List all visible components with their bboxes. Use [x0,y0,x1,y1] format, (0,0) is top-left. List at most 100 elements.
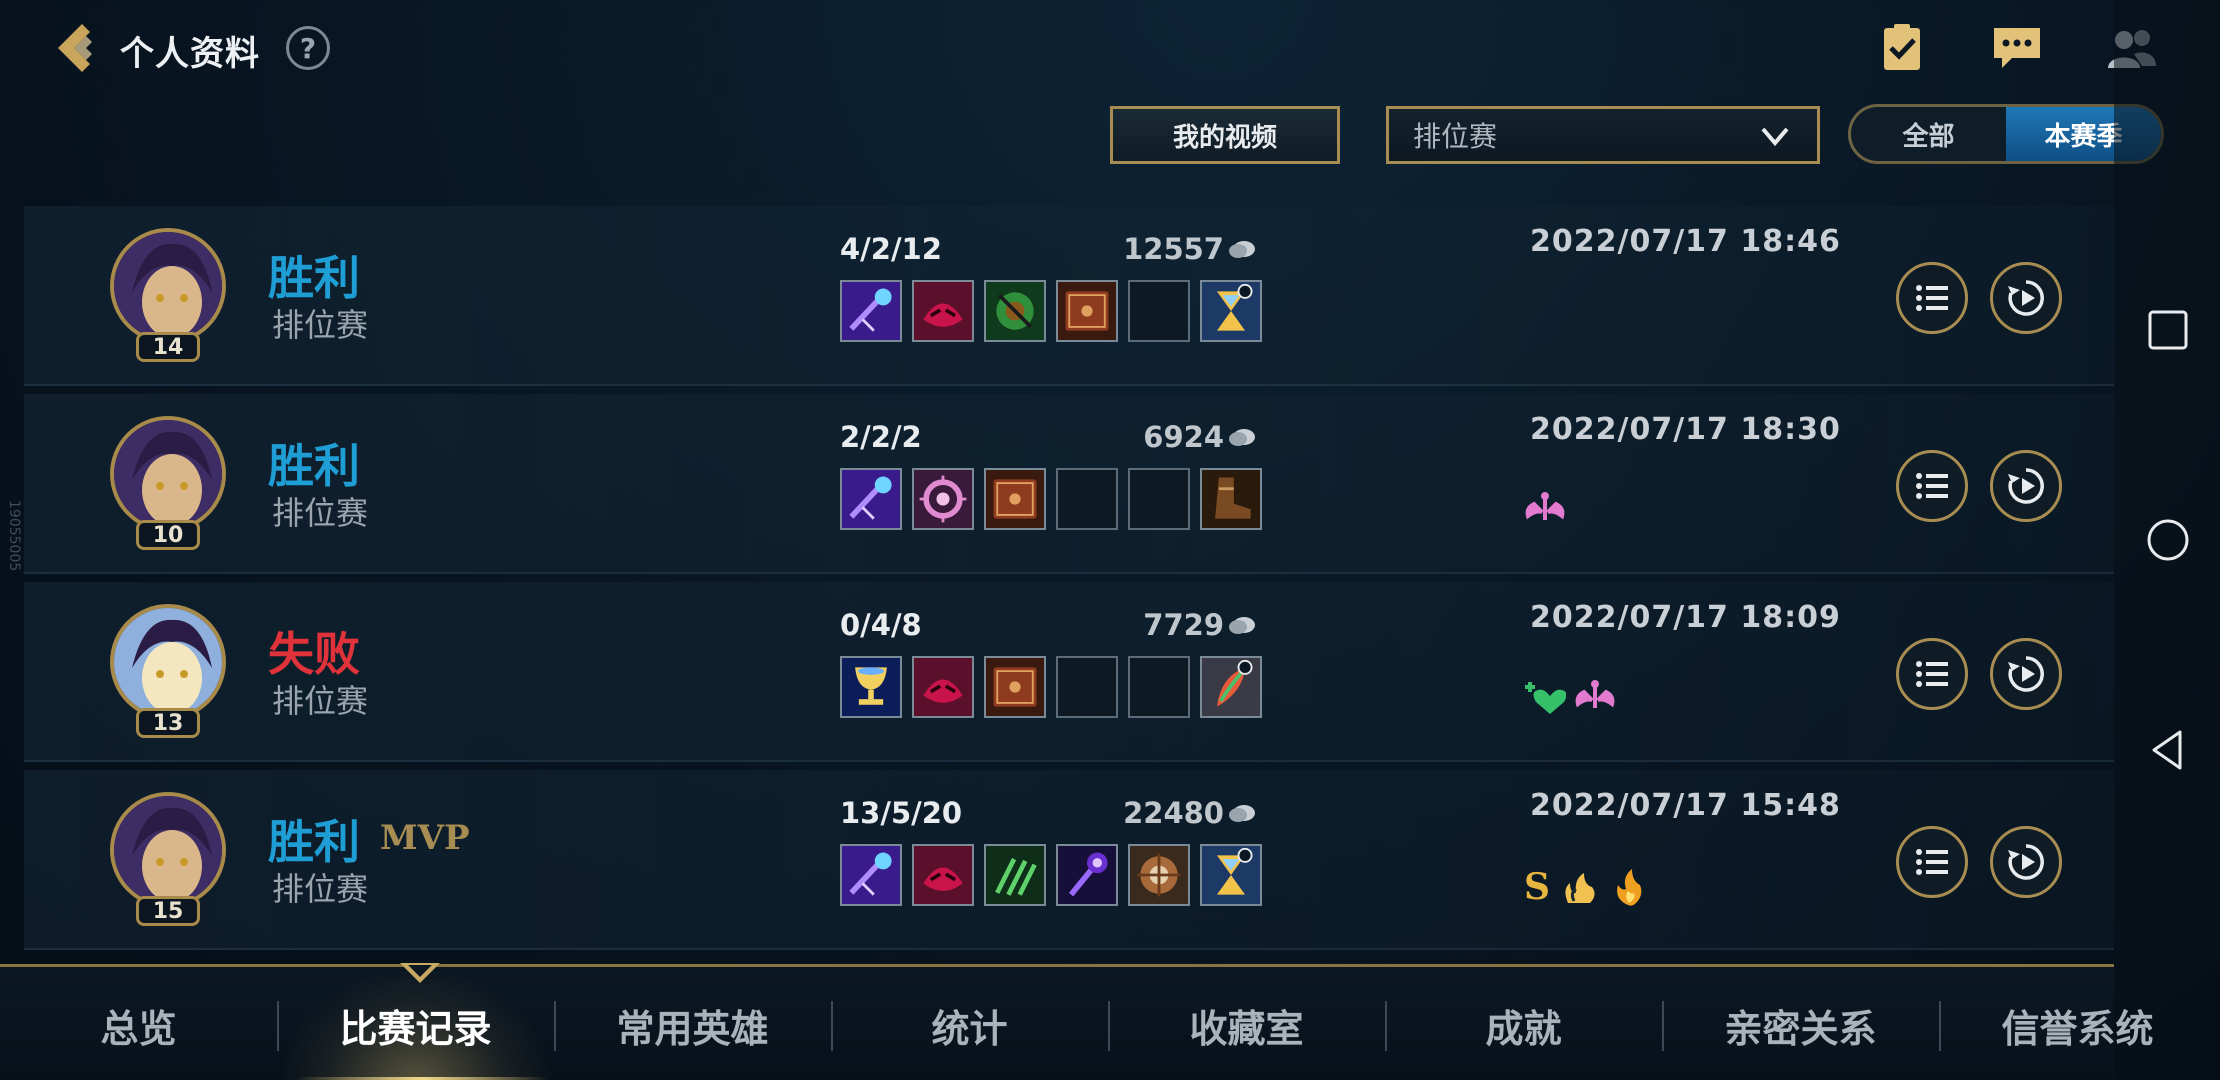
empty-item-slot[interactable] [1056,656,1118,718]
watermark: 19055005 [6,500,22,572]
boots-icon[interactable] [1200,468,1262,530]
green-orb-icon[interactable] [984,280,1046,342]
spellbook-icon[interactable] [1056,280,1118,342]
tab-5[interactable]: 成就 [1385,967,1662,1080]
match-datetime: 2022/07/17 15:48 [1530,788,1841,823]
red-mask-icon[interactable] [912,280,974,342]
match-row[interactable]: 14 胜利 排位赛 4/2/12 12557 2022/07/17 18:46 [24,206,2114,386]
back-nav-button[interactable] [2144,726,2192,774]
champion-avatar[interactable] [110,604,226,720]
angel-icon [1574,678,1616,718]
tab-divider [831,1001,833,1051]
magic-staff-icon[interactable] [840,280,902,342]
clipboard-check-icon [1884,24,1920,70]
tab-divider [1108,1001,1110,1051]
empty-item-slot[interactable] [1128,656,1190,718]
back-button[interactable] [48,18,108,78]
champion-avatar[interactable] [110,228,226,344]
mode-select[interactable]: 排位赛 [1386,106,1820,164]
my-videos-button[interactable]: 我的视频 [1110,106,1340,164]
magic-staff-icon[interactable] [840,468,902,530]
match-row[interactable]: 13 失败 排位赛 0/4/8 7729 2022/07/17 18:09 [24,582,2114,762]
match-row[interactable]: 10 胜利 排位赛 2/2/2 6924 2022/07/17 18:30 [24,394,2114,574]
tasks-button[interactable] [1876,24,1932,74]
red-mask-icon[interactable] [912,656,974,718]
help-button[interactable]: ? [286,26,330,70]
match-replay-button[interactable] [1990,262,2062,334]
replay-icon [2008,280,2044,316]
gold-earned: 6924 [1143,420,1224,454]
pink-ring-icon[interactable] [912,468,974,530]
match-datetime: 2022/07/17 18:46 [1530,224,1841,259]
gold-coin-icon [1228,238,1256,260]
match-replay-button[interactable] [1990,450,2062,522]
match-detail-button[interactable] [1896,826,1968,898]
match-result: 失败 [268,627,360,681]
empty-item-slot[interactable] [1128,468,1190,530]
hourglass-icon[interactable] [1200,280,1262,342]
tab-1[interactable]: 比赛记录 [277,967,554,1080]
champion-avatar[interactable] [110,416,226,532]
item-slots [840,844,1262,906]
hourglass-icon[interactable] [1200,844,1262,906]
kda: 4/2/12 [840,232,942,266]
match-row[interactable]: 15 胜利 MVP 排位赛 13/5/20 22480 2022/07/17 15:48 S [24,770,2114,950]
tab-2[interactable]: 常用英雄 [554,967,831,1080]
match-replay-button[interactable] [1990,826,2062,898]
empty-item-slot[interactable] [1128,280,1190,342]
champion-avatar[interactable] [110,792,226,908]
item-slots [840,468,1262,530]
bronze-shield-icon[interactable] [1128,844,1190,906]
kda: 0/4/8 [840,608,922,642]
red-mask-icon[interactable] [912,844,974,906]
mvp-label: MVP [380,818,470,858]
fire-hand-icon [1558,867,1600,907]
tab-4[interactable]: 收藏室 [1108,967,1385,1080]
empty-item-slot[interactable] [1056,468,1118,530]
match-datetime: 2022/07/17 18:30 [1530,412,1841,447]
tab-6[interactable]: 亲密关系 [1662,967,1939,1080]
magic-staff-icon[interactable] [840,844,902,906]
mode-select-value: 排位赛 [1413,120,1498,153]
page-title: 个人资料 [120,34,260,74]
feather-icon[interactable] [1200,656,1262,718]
list-icon [1916,661,1948,687]
green-claw-icon[interactable] [984,844,1046,906]
square-icon [2148,310,2188,350]
kda: 2/2/2 [840,420,922,454]
spellbook-icon[interactable] [984,656,1046,718]
queue-type: 排位赛 [272,682,369,720]
fire-icon [1608,867,1650,907]
purple-scepter-icon[interactable] [1056,844,1118,906]
chat-button[interactable] [1990,24,2046,74]
list-icon [1916,473,1948,499]
item-slots [840,656,1262,718]
replay-icon [2008,468,2044,504]
match-detail-button[interactable] [1896,450,1968,522]
tab-divider [554,1001,556,1051]
champion-level-badge: 14 [136,332,200,362]
gold-coin-icon [1228,802,1256,824]
match-datetime: 2022/07/17 18:09 [1530,600,1841,635]
champion-level-badge: 13 [136,708,200,738]
triangle-back-icon [2152,730,2182,770]
tab-7[interactable]: 信誉系统 [1939,967,2216,1080]
queue-type: 排位赛 [272,494,369,532]
gold-coin-icon [1228,426,1256,448]
grade-s-badge: S [1524,866,1550,908]
home-button[interactable] [2144,516,2192,564]
list-icon [1916,285,1948,311]
back-arrow-icon [58,24,92,72]
chalice-icon[interactable] [840,656,902,718]
recent-apps-button[interactable] [2144,306,2192,354]
match-detail-button[interactable] [1896,638,1968,710]
match-awards: S [1524,866,1650,908]
spellbook-icon[interactable] [984,468,1046,530]
tab-3[interactable]: 统计 [831,967,1108,1080]
angel-icon [1524,490,1566,530]
item-slots [840,280,1262,342]
tab-0[interactable]: 总览 [0,967,277,1080]
match-detail-button[interactable] [1896,262,1968,334]
season-option-all[interactable]: 全部 [1851,107,2006,161]
match-replay-button[interactable] [1990,638,2062,710]
